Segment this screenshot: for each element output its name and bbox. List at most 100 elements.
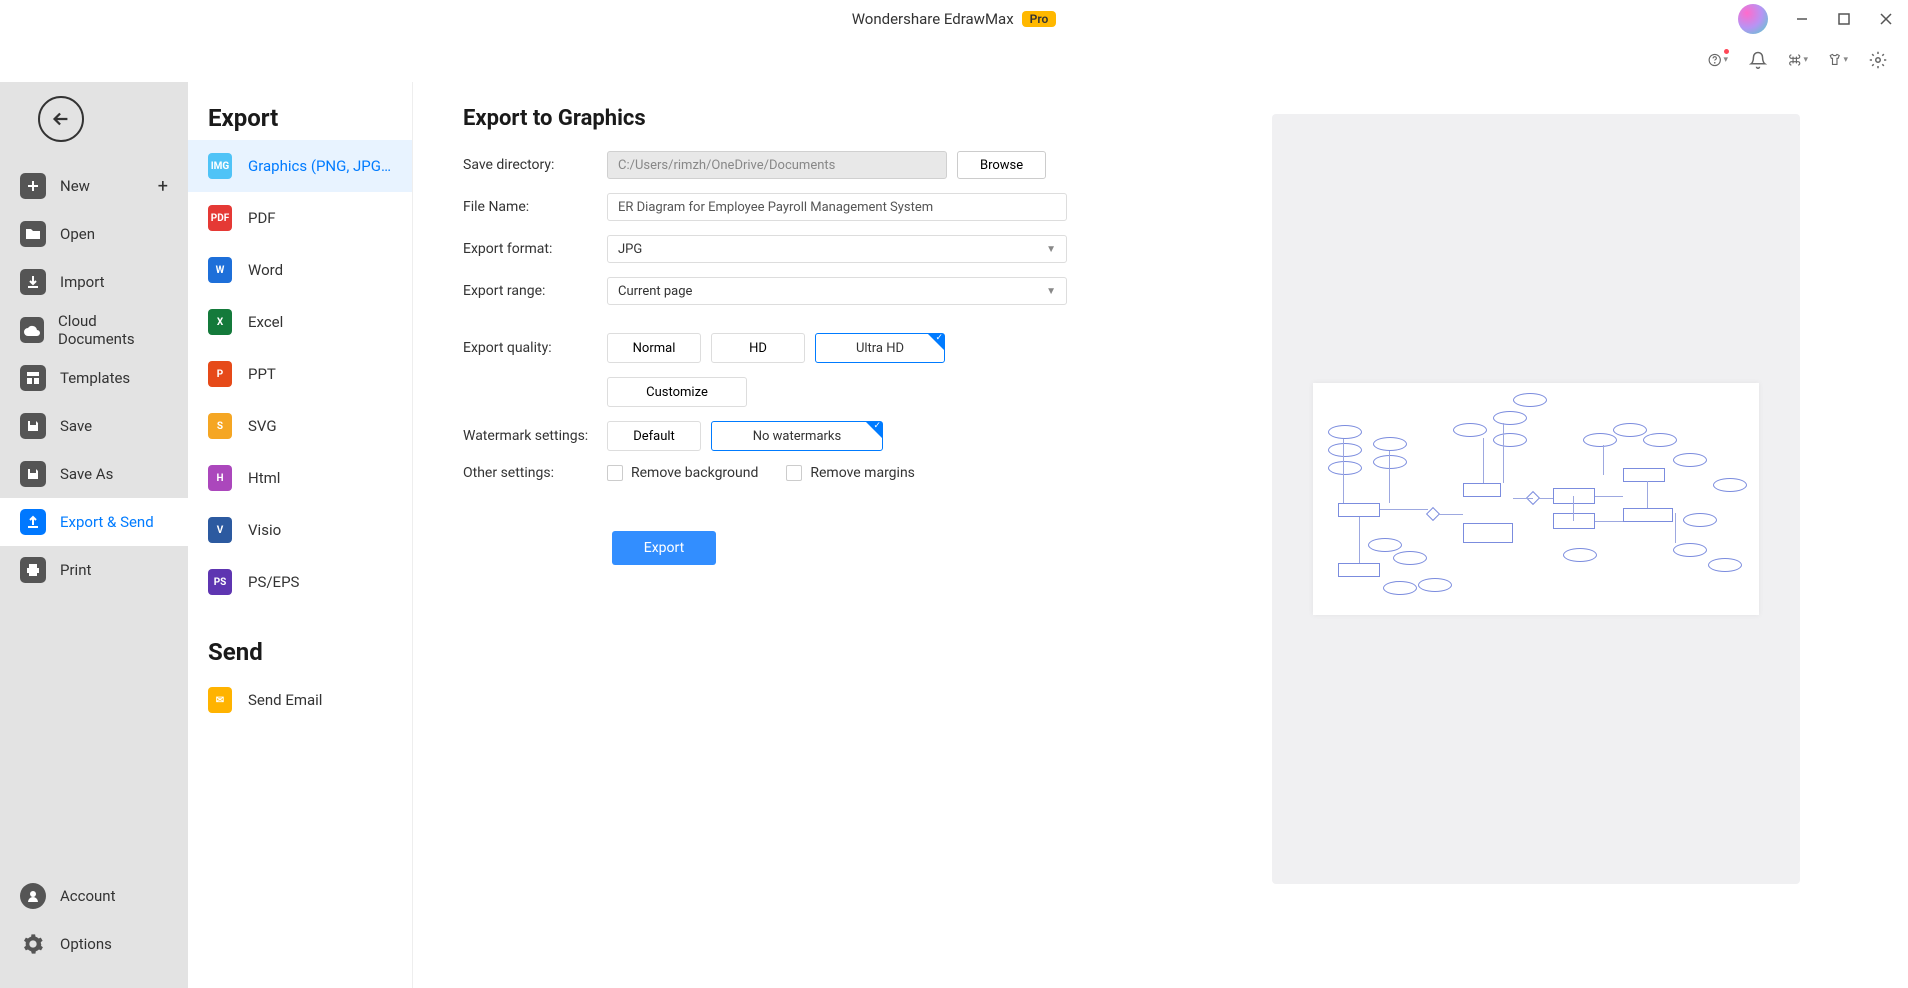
- quality-customize[interactable]: Customize: [607, 377, 747, 407]
- sidebar-left: New + Open Import Cloud Documents Templa…: [0, 82, 188, 988]
- form-panel: Export to Graphics Save directory: Brows…: [463, 106, 1163, 964]
- watermark-default[interactable]: Default: [607, 421, 701, 451]
- browse-button[interactable]: Browse: [957, 151, 1046, 179]
- nav-templates[interactable]: Templates: [0, 354, 188, 402]
- app-title-wrap: Wondershare EdrawMax Pro: [852, 10, 1057, 28]
- export-item-ppt[interactable]: P PPT: [188, 348, 412, 400]
- maximize-button[interactable]: [1832, 7, 1856, 31]
- export-item-label: Send Email: [248, 691, 322, 709]
- folder-icon: [20, 221, 46, 247]
- nav-new[interactable]: New +: [0, 162, 188, 210]
- print-icon: [20, 557, 46, 583]
- export-item-label: Excel: [248, 313, 283, 331]
- export-item-svg[interactable]: S SVG: [188, 400, 412, 452]
- save-dir-label: Save directory:: [463, 157, 593, 173]
- close-button[interactable]: [1874, 7, 1898, 31]
- preview-panel: [1213, 106, 1858, 964]
- bell-icon[interactable]: [1748, 50, 1768, 70]
- export-item-word[interactable]: W Word: [188, 244, 412, 296]
- quality-ultra-hd[interactable]: Ultra HD: [815, 333, 945, 363]
- remove-margins-checkbox[interactable]: [786, 465, 802, 481]
- watermark-none[interactable]: No watermarks: [711, 421, 883, 451]
- remove-bg-checkbox[interactable]: [607, 465, 623, 481]
- minimize-button[interactable]: [1790, 7, 1814, 31]
- export-button[interactable]: Export: [612, 531, 716, 565]
- export-icon: [20, 509, 46, 535]
- nav-options[interactable]: Options: [0, 920, 188, 968]
- ps-file-icon: PS: [208, 569, 232, 595]
- nav-import[interactable]: Import: [0, 258, 188, 306]
- export-heading: Export: [188, 104, 412, 132]
- nav-label: Cloud Documents: [58, 312, 168, 348]
- pdf-file-icon: PDF: [208, 205, 232, 231]
- watermark-label: Watermark settings:: [463, 428, 593, 444]
- export-item-graphics[interactable]: IMG Graphics (PNG, JPG et...: [188, 140, 412, 192]
- export-item-label: Graphics (PNG, JPG et...: [248, 157, 392, 175]
- cloud-icon: [20, 317, 44, 343]
- help-icon[interactable]: ▾: [1708, 50, 1728, 70]
- remove-bg-wrap[interactable]: Remove background: [607, 465, 758, 481]
- nav-label: Options: [60, 935, 112, 953]
- export-item-excel[interactable]: X Excel: [188, 296, 412, 348]
- range-label: Export range:: [463, 283, 593, 299]
- nav-account[interactable]: Account: [0, 872, 188, 920]
- form-title: Export to Graphics: [463, 106, 1163, 131]
- main-area: New + Open Import Cloud Documents Templa…: [0, 82, 1908, 988]
- shortcut-icon[interactable]: ▾: [1788, 50, 1808, 70]
- quality-hd[interactable]: HD: [711, 333, 805, 363]
- quality-label: Export quality:: [463, 340, 593, 356]
- range-value: Current page: [618, 284, 692, 299]
- export-item-label: PS/EPS: [248, 573, 299, 591]
- file-name-input[interactable]: [607, 193, 1067, 221]
- nav-label: Print: [60, 561, 91, 579]
- remove-margins-wrap[interactable]: Remove margins: [786, 465, 915, 481]
- nav-label: Export & Send: [60, 513, 154, 531]
- excel-file-icon: X: [208, 309, 232, 335]
- nav-print[interactable]: Print: [0, 546, 188, 594]
- other-label: Other settings:: [463, 465, 593, 481]
- check-corner-icon: [866, 422, 882, 438]
- nav-label: Account: [60, 887, 116, 905]
- gear-icon[interactable]: [1868, 50, 1888, 70]
- send-heading: Send: [188, 638, 412, 666]
- nav-export-send[interactable]: Export & Send: [0, 498, 188, 546]
- avatar[interactable]: [1738, 4, 1768, 34]
- pro-badge: Pro: [1022, 11, 1057, 27]
- window-controls: [1790, 7, 1898, 31]
- remove-margins-label: Remove margins: [810, 465, 915, 481]
- templates-icon: [20, 365, 46, 391]
- content: Export to Graphics Save directory: Brows…: [413, 82, 1908, 988]
- nav-open[interactable]: Open: [0, 210, 188, 258]
- format-select[interactable]: JPG ▼: [607, 235, 1067, 263]
- nav-label: Save: [60, 417, 92, 435]
- ppt-file-icon: P: [208, 361, 232, 387]
- save-dir-input[interactable]: [607, 151, 947, 179]
- tshirt-icon[interactable]: ▾: [1828, 50, 1848, 70]
- range-select[interactable]: Current page ▼: [607, 277, 1067, 305]
- nav-label: Open: [60, 225, 95, 243]
- nav-save[interactable]: Save: [0, 402, 188, 450]
- nav-save-as[interactable]: Save As: [0, 450, 188, 498]
- app-title: Wondershare EdrawMax: [852, 10, 1014, 28]
- new-plus-extra[interactable]: +: [158, 176, 168, 197]
- save-as-icon: [20, 461, 46, 487]
- export-item-pdf[interactable]: PDF PDF: [188, 192, 412, 244]
- top-toolbar: ▾ ▾ ▾: [0, 38, 1908, 82]
- save-icon: [20, 413, 46, 439]
- export-item-pseps[interactable]: PS PS/EPS: [188, 556, 412, 608]
- export-item-label: Word: [248, 261, 283, 279]
- file-name-label: File Name:: [463, 199, 593, 215]
- svg-file-icon: S: [208, 413, 232, 439]
- visio-file-icon: V: [208, 517, 232, 543]
- account-icon: [20, 883, 46, 909]
- export-item-visio[interactable]: V Visio: [188, 504, 412, 556]
- nav-label: Save As: [60, 465, 113, 483]
- quality-normal[interactable]: Normal: [607, 333, 701, 363]
- back-button[interactable]: [38, 96, 84, 142]
- nav-cloud[interactable]: Cloud Documents: [0, 306, 188, 354]
- notification-dot: [1724, 49, 1729, 54]
- export-item-label: SVG: [248, 417, 277, 435]
- export-item-send-email[interactable]: ✉ Send Email: [188, 674, 412, 726]
- export-item-html[interactable]: H Html: [188, 452, 412, 504]
- nav-label: New: [60, 177, 90, 195]
